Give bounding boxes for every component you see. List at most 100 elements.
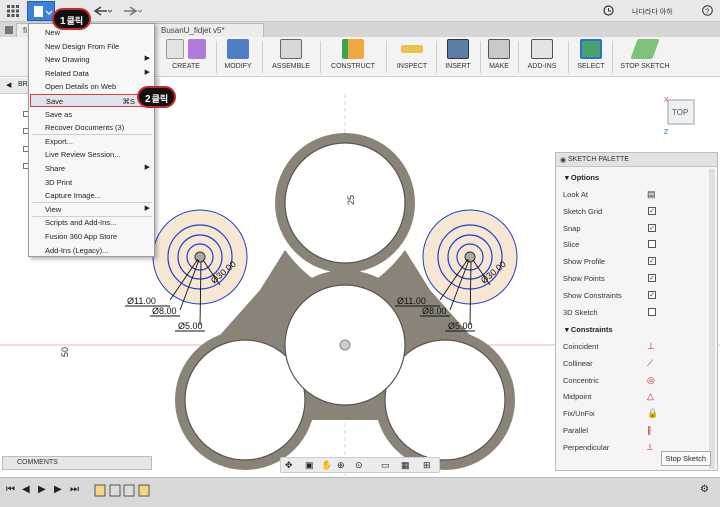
option-show-profile[interactable]: Show Profile ✓ (563, 257, 703, 266)
redo-icon[interactable] (122, 5, 143, 19)
step-back-icon[interactable]: ◀ (22, 484, 30, 495)
menu-item-related-data[interactable]: Related Data ▶ (30, 67, 154, 80)
look-at-icon[interactable]: ▣ (305, 460, 314, 471)
menu-item-new[interactable]: New (30, 26, 154, 39)
stop-sketch-button[interactable]: STOP SKETCH (618, 39, 672, 75)
grid-settings-icon[interactable]: ▦ (401, 460, 410, 471)
option-snap[interactable]: Snap ✓ (563, 223, 703, 233)
collapse-icon[interactable]: ◉ (560, 156, 566, 164)
comments-panel[interactable]: COMMENTS (2, 456, 152, 470)
cube-icon (4, 25, 14, 37)
menu-item-share[interactable]: Share ▶ (30, 162, 154, 175)
orbit-icon[interactable]: ✥ (285, 460, 293, 471)
divider (386, 41, 387, 73)
menu-item-live-review-session[interactable]: Live Review Session... (30, 148, 154, 161)
assemble-menu[interactable]: ASSEMBLE (270, 39, 312, 75)
menu-item-save-as[interactable]: Save as (30, 108, 154, 121)
sketch-palette-header[interactable]: ◉ SKETCH PALETTE (556, 153, 717, 167)
fit-icon[interactable]: ⊙ (355, 460, 363, 471)
coincident-icon[interactable]: ⊥ (647, 341, 655, 352)
go-to-end-icon[interactable]: ⏭ (70, 484, 79, 495)
make-menu[interactable]: MAKE (484, 39, 514, 75)
undo-icon[interactable] (92, 5, 113, 19)
viewports-icon[interactable]: ⊞ (423, 460, 431, 471)
collinear-icon[interactable]: ⟋ (647, 358, 653, 369)
option-checkbox[interactable]: ✓ (648, 257, 656, 266)
constraint-parallel[interactable]: Parallel ∥ (563, 425, 703, 436)
menu-item-save[interactable]: Save ⌘S (30, 94, 154, 107)
menu-item-new-design-from-file[interactable]: New Design From File (30, 40, 154, 53)
constraint-fix-unfix[interactable]: Fix/UnFix 🔒 (563, 408, 703, 419)
menu-item-export[interactable]: Export... (30, 135, 154, 148)
stop-sketch-palette-button[interactable]: Stop Sketch (660, 451, 711, 466)
user-name[interactable]: 나다라다 아하 (632, 7, 673, 17)
menu-item-recover-documents-3[interactable]: Recover Documents (3) (30, 121, 154, 134)
menu-item-label: Capture Image... (45, 191, 101, 201)
option-checkbox[interactable]: ✓ (648, 274, 656, 282)
options-section[interactable]: ▾ Options (556, 173, 706, 182)
constraints-section[interactable]: ▾ Constraints (556, 325, 706, 334)
create-menu[interactable]: CREATE (158, 39, 214, 75)
option-show-points[interactable]: Show Points ✓ (563, 274, 703, 283)
display-settings-icon[interactable]: ▭ (381, 460, 390, 471)
option-show-constraints[interactable]: Show Constraints ✓ (563, 290, 703, 300)
construct-menu[interactable]: CONSTRUCT (328, 39, 378, 75)
option-sketch-grid[interactable]: Sketch Grid ✓ (563, 206, 703, 216)
constraint-perpendicular[interactable]: Perpendicular ⟂ (563, 442, 703, 453)
perpendicular-icon[interactable]: ⟂ (647, 442, 653, 453)
menu-item-view[interactable]: View ▶ (30, 203, 154, 216)
option-label: Show Profile (563, 257, 606, 267)
option-checkbox[interactable] (648, 307, 656, 316)
app-grid-icon[interactable] (7, 5, 19, 17)
concentric-icon[interactable]: ◎ (647, 375, 655, 386)
insert-menu[interactable]: INSERT (440, 39, 476, 75)
menu-item-fusion-360-app-store[interactable]: Fusion 360 App Store (30, 230, 154, 243)
option-3d-sketch[interactable]: 3D Sketch (563, 307, 703, 317)
tab-document-2[interactable]: BusanU_fidjet v5* (154, 23, 264, 37)
option-checkbox[interactable] (648, 240, 656, 249)
pan-icon[interactable]: ✋ (321, 460, 332, 471)
file-menu-button[interactable] (27, 1, 55, 21)
menu-item-new-drawing[interactable]: New Drawing ▶ (30, 53, 154, 66)
constraint-midpoint[interactable]: Midpoint △ (563, 391, 703, 402)
viewcube[interactable]: TOP X Z (664, 96, 698, 136)
select-menu[interactable]: SELECT (574, 39, 608, 75)
constraint-concentric[interactable]: Concentric ◎ (563, 375, 703, 386)
browser-collapse-icon[interactable]: ◀ (6, 81, 11, 89)
option-slice[interactable]: Slice (563, 240, 703, 249)
timeline: ⏮ ◀ ▶ ▶ ⏭ ⚙ (0, 477, 720, 507)
menu-item-add-ins-legacy[interactable]: Add-Ins (Legacy)... (30, 244, 154, 257)
option-checkbox[interactable]: ✓ (648, 223, 656, 232)
go-to-start-icon[interactable]: ⏮ (6, 484, 15, 495)
history-icon[interactable] (603, 5, 614, 18)
menu-item-label: Open Details on Web (45, 82, 117, 92)
help-icon[interactable]: ? (702, 5, 713, 18)
menu-item-scripts-and-add-ins[interactable]: Scripts and Add-Ins... (30, 216, 154, 229)
option-checkbox[interactable]: ✓ (648, 206, 656, 215)
midpoint-icon[interactable]: △ (647, 391, 654, 402)
menu-item-label: Scripts and Add-Ins... (45, 218, 117, 228)
step-forward-icon[interactable]: ▶ (54, 484, 62, 495)
option-checkbox[interactable]: ✓ (648, 290, 656, 299)
step-text: 클릭 (151, 94, 169, 104)
option-look-at[interactable]: Look At ▤ (563, 189, 703, 200)
lock-icon[interactable]: 🔒 (647, 408, 658, 419)
palette-scrollbar[interactable] (709, 169, 715, 469)
modify-menu[interactable]: MODIFY (220, 39, 256, 75)
add-ins-menu[interactable]: ADD-INS (522, 39, 562, 75)
parallel-icon[interactable]: ∥ (647, 425, 652, 436)
menu-item-open-details-on-web[interactable]: Open Details on Web (30, 80, 154, 93)
menu-item-3d-print[interactable]: 3D Print (30, 176, 154, 189)
submenu-arrow-icon: ▶ (144, 164, 150, 171)
constraint-label: Midpoint (563, 392, 592, 402)
constraint-coincident[interactable]: Coincident ⊥ (563, 341, 703, 352)
inspect-menu[interactable]: INSPECT (392, 39, 432, 75)
menu-item-capture-image[interactable]: Capture Image... (30, 189, 154, 202)
timeline-features[interactable] (94, 484, 154, 498)
timeline-settings-icon[interactable]: ⚙ (700, 484, 709, 495)
zoom-icon[interactable]: ⊕ (337, 460, 345, 471)
constraint-collinear[interactable]: Collinear ⟋ (563, 358, 703, 369)
look-at-icon[interactable]: ▤ (647, 189, 656, 200)
play-icon[interactable]: ▶ (38, 484, 46, 495)
menu-item-label: Fusion 360 App Store (45, 232, 118, 241)
